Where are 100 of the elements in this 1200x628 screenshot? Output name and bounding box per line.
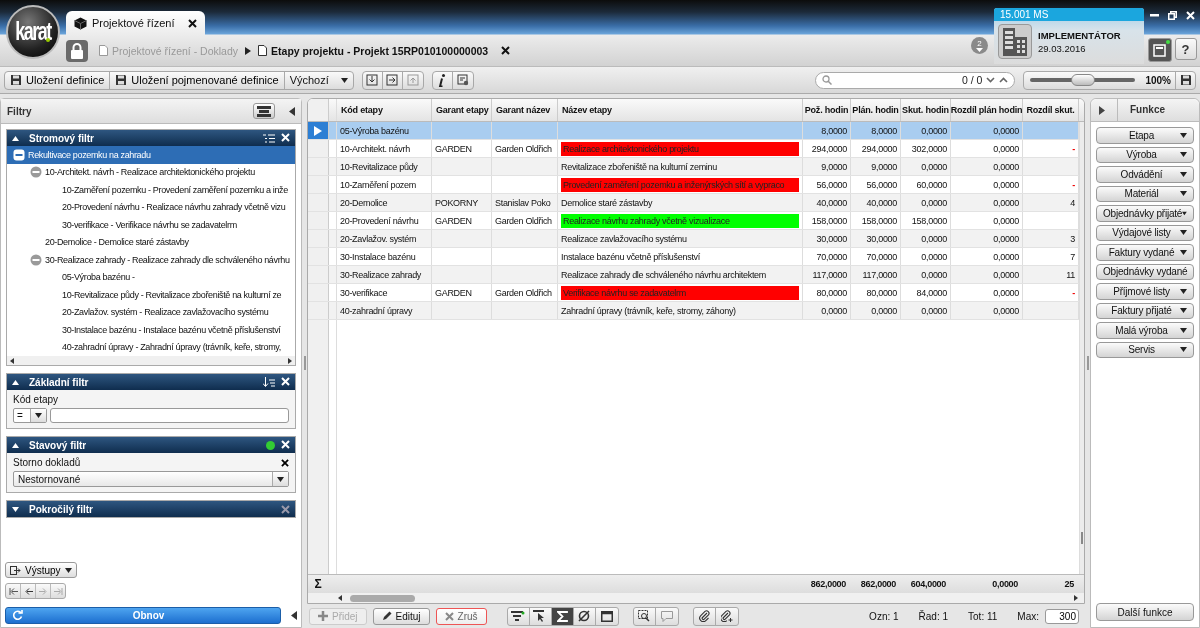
- help-button[interactable]: ?: [1174, 38, 1197, 60]
- table-cell: GARDEN: [435, 215, 472, 226]
- function-dropdown-button[interactable]: Faktury přijaté: [1096, 302, 1194, 319]
- function-dropdown-button[interactable]: Etapa: [1096, 127, 1194, 144]
- scrollbar-thumb[interactable]: [350, 594, 415, 602]
- collapse-icon[interactable]: [13, 148, 25, 161]
- collapse-icon[interactable]: [12, 379, 19, 385]
- panel-header[interactable]: Základní filtr: [7, 374, 295, 390]
- layout-button[interactable]: [1147, 38, 1172, 62]
- operator-dropdown[interactable]: =: [13, 408, 47, 423]
- edit-button[interactable]: Edituj: [372, 607, 430, 625]
- restore-icon[interactable]: [1167, 10, 1177, 20]
- tree-item[interactable]: 20-Provedení návrhu - Realizace návrhu zahrady včetně vizu: [7, 198, 295, 216]
- column-header[interactable]: Rozdíl skut.: [1023, 99, 1079, 121]
- column-header[interactable]: Rozdíl plán hodin: [951, 99, 1023, 121]
- expand-right-icon[interactable]: [1099, 105, 1105, 115]
- list-icon[interactable]: [263, 133, 275, 143]
- function-dropdown-button[interactable]: Příjmové listy: [1096, 283, 1194, 300]
- layout-button[interactable]: [253, 103, 275, 119]
- tree-item[interactable]: Rekultivace pozemku na zahradu: [7, 146, 295, 164]
- tree-item[interactable]: 20-Zavlažov. systém - Realizace zavlažovacího systému: [7, 303, 295, 321]
- expand-icon[interactable]: [12, 506, 19, 512]
- panel-header[interactable]: Stavový filtr: [7, 437, 295, 453]
- function-dropdown-button[interactable]: Materiál: [1096, 185, 1194, 202]
- scroll-right-icon[interactable]: [1074, 595, 1078, 601]
- chevron-down-icon[interactable]: [986, 77, 996, 83]
- tree-item[interactable]: 05-Výroba bazénu -: [7, 268, 295, 286]
- tree-item[interactable]: 10-Zaměření pozemku - Provedení zaměření pozemku a inže: [7, 181, 295, 199]
- close-icon[interactable]: [187, 18, 197, 28]
- column-header[interactable]: Název etapy: [558, 99, 803, 121]
- caret-icon: [1180, 191, 1187, 197]
- table-row[interactable]: 05-Výroba bazénu 8,0000 8,0000 0,0000 0,0000: [308, 122, 1079, 140]
- function-dropdown-button[interactable]: Výroba: [1096, 146, 1194, 163]
- function-dropdown-button[interactable]: Objednávky vydané: [1096, 263, 1194, 280]
- tree-item[interactable]: 30-Realizace zahrady - Realizace zahrady dle schváleného návrhu: [7, 251, 295, 269]
- delete-button[interactable]: Zruš: [435, 607, 487, 625]
- breadcrumb-link[interactable]: Etapy projektu - Projekt 15RP010100000003: [258, 44, 489, 57]
- function-dropdown-button[interactable]: Malá výroba: [1096, 322, 1194, 339]
- tab[interactable]: Projektové řízení: [66, 11, 205, 35]
- table-cell: 40,0000: [816, 197, 847, 208]
- table-row[interactable]: 20-Provedení návrhu GARDEN Garden Oldřich Realizace návrhu zahrady včetně vizualizace 158,0000 158,0000 158,0000 0,0000: [308, 212, 1079, 230]
- scroll-left-icon[interactable]: [338, 595, 342, 601]
- clear-icon[interactable]: [281, 458, 289, 467]
- tree-item[interactable]: 10-Architekt. návrh - Realizace architektonického projektu: [7, 163, 295, 181]
- save-definition-button[interactable]: Uložení pojmenované definice: [110, 71, 285, 89]
- column-header[interactable]: Skut. hodin: [901, 99, 951, 121]
- collapse-icon[interactable]: [12, 135, 19, 141]
- tree-item[interactable]: 30-verifikace - Verifikace návrhu se zadavatelrm: [7, 216, 295, 234]
- refresh-button[interactable]: Obnov: [5, 607, 281, 624]
- save-definition-button[interactable]: Uložení definice: [5, 71, 111, 89]
- sort-icon[interactable]: [263, 376, 275, 388]
- user-card[interactable]: 15.001 MS IMPLEMENTÁTOR 29.03.2016: [994, 8, 1144, 64]
- max-rows-field[interactable]: 300: [1045, 608, 1079, 624]
- function-dropdown-button[interactable]: Faktury vydané: [1096, 244, 1194, 261]
- tree-item[interactable]: 30-Instalace bazénu - Instalace bazénu včetně příslušenství: [7, 321, 295, 339]
- collapse-left-icon[interactable]: [291, 611, 297, 620]
- row-header[interactable]: [308, 122, 329, 139]
- scroll-left-icon[interactable]: [10, 357, 14, 364]
- outputs-button[interactable]: Výstupy: [5, 562, 77, 578]
- tree-item[interactable]: 20-Demolice - Demolice staré zástavby: [7, 233, 295, 251]
- function-dropdown-button[interactable]: Servis: [1096, 341, 1194, 358]
- table-cell: 8,0000: [821, 125, 847, 136]
- table-row[interactable]: 30-Realizace zahrady Realizace zahrady dle schváleného návrhu architektem 117,0000 117,0000 0,0000 0,0000 11: [308, 266, 1079, 284]
- function-dropdown-button[interactable]: Objednávky přijaté: [1096, 205, 1194, 222]
- chevron-up-icon[interactable]: [999, 77, 1009, 83]
- status-dropdown[interactable]: Nestornované: [13, 471, 289, 487]
- lock-button[interactable]: [66, 39, 88, 62]
- collapse-icon[interactable]: [12, 442, 19, 448]
- scroll-right-icon[interactable]: [288, 357, 292, 364]
- column-header[interactable]: Kód etapy: [337, 99, 432, 121]
- collapse-left-icon[interactable]: [289, 106, 295, 116]
- table-cell: 0,0000: [993, 269, 1019, 280]
- more-functions-button[interactable]: Další funkce: [1096, 603, 1194, 621]
- table-row[interactable]: 10-Zaměření pozem Provedení zaměření pozemku a inženýrských sítí a vypraco 56,0000 56,0000 60,0000 0,0000 -: [308, 176, 1079, 194]
- table-cell: 20-Zavlažov. systém: [340, 233, 417, 244]
- slider-thumb[interactable]: [1070, 74, 1095, 86]
- panel-header[interactable]: Stromový filtr: [7, 130, 295, 146]
- close-icon[interactable]: [501, 46, 511, 55]
- panel-header[interactable]: Pokročilý filtr: [7, 501, 295, 517]
- column-header[interactable]: Garant název: [492, 99, 558, 121]
- column-header[interactable]: Plán. hodin: [851, 99, 901, 121]
- column-header[interactable]: Pož. hodin: [803, 99, 851, 121]
- tree-item[interactable]: 40-zahradní úpravy - Zahradní úpravy (trávník, keře, stromy,: [7, 338, 295, 356]
- table-row[interactable]: 40-zahradní úpravy Zahradní úpravy (trávník, keře, stromy, záhony) 0,0000 0,0000 0,0000 0,0000: [308, 302, 1079, 320]
- sigma-icon[interactable]: [551, 607, 574, 625]
- table-row[interactable]: 30-verifikace GARDEN Garden Oldřich Verifikace návrhu se zadavatelrm 80,0000 80,0000 84,0000 0,0000 -: [308, 284, 1079, 302]
- function-dropdown-button[interactable]: Odvádění: [1096, 166, 1194, 183]
- table-row[interactable]: 20-Demolice POKORNY Stanislav Poko Demolice staré zástavby 40,0000 40,0000 0,0000 0,0000 4: [308, 194, 1079, 212]
- function-dropdown-button[interactable]: Výdajové listy: [1096, 224, 1194, 241]
- search-field[interactable]: 0 / 0: [815, 71, 1016, 89]
- input-field[interactable]: [50, 408, 289, 423]
- minimize-icon[interactable]: [1149, 13, 1159, 17]
- table-row[interactable]: 10-Architekt. návrh GARDEN Garden Oldřich Realizace architektonického projektu 294,0000 294,0000 302,0000 0,0000 -: [308, 140, 1079, 158]
- column-header[interactable]: Garant etapy: [432, 99, 492, 121]
- table-row[interactable]: 20-Zavlažov. systém Realizace zavlažovacího systému 30,0000 30,0000 0,0000 0,0000 3: [308, 230, 1079, 248]
- first-page-icon[interactable]: [6, 584, 21, 598]
- table-row[interactable]: 10-Revitalizace půdy Revitalizace zbořeniště na kulturní zeminu 9,0000 9,0000 0,0000 0,0000: [308, 158, 1079, 176]
- table-row[interactable]: 30-Instalace bazénu Instalace bazénu včetně příslušenství 70,0000 70,0000 0,0000 0,0000 7: [308, 248, 1079, 266]
- tree-item[interactable]: 10-Revitalizace půdy - Revitalizace zbořeniště na kulturní ze: [7, 286, 295, 304]
- view-dropdown[interactable]: Výchozí: [284, 71, 353, 89]
